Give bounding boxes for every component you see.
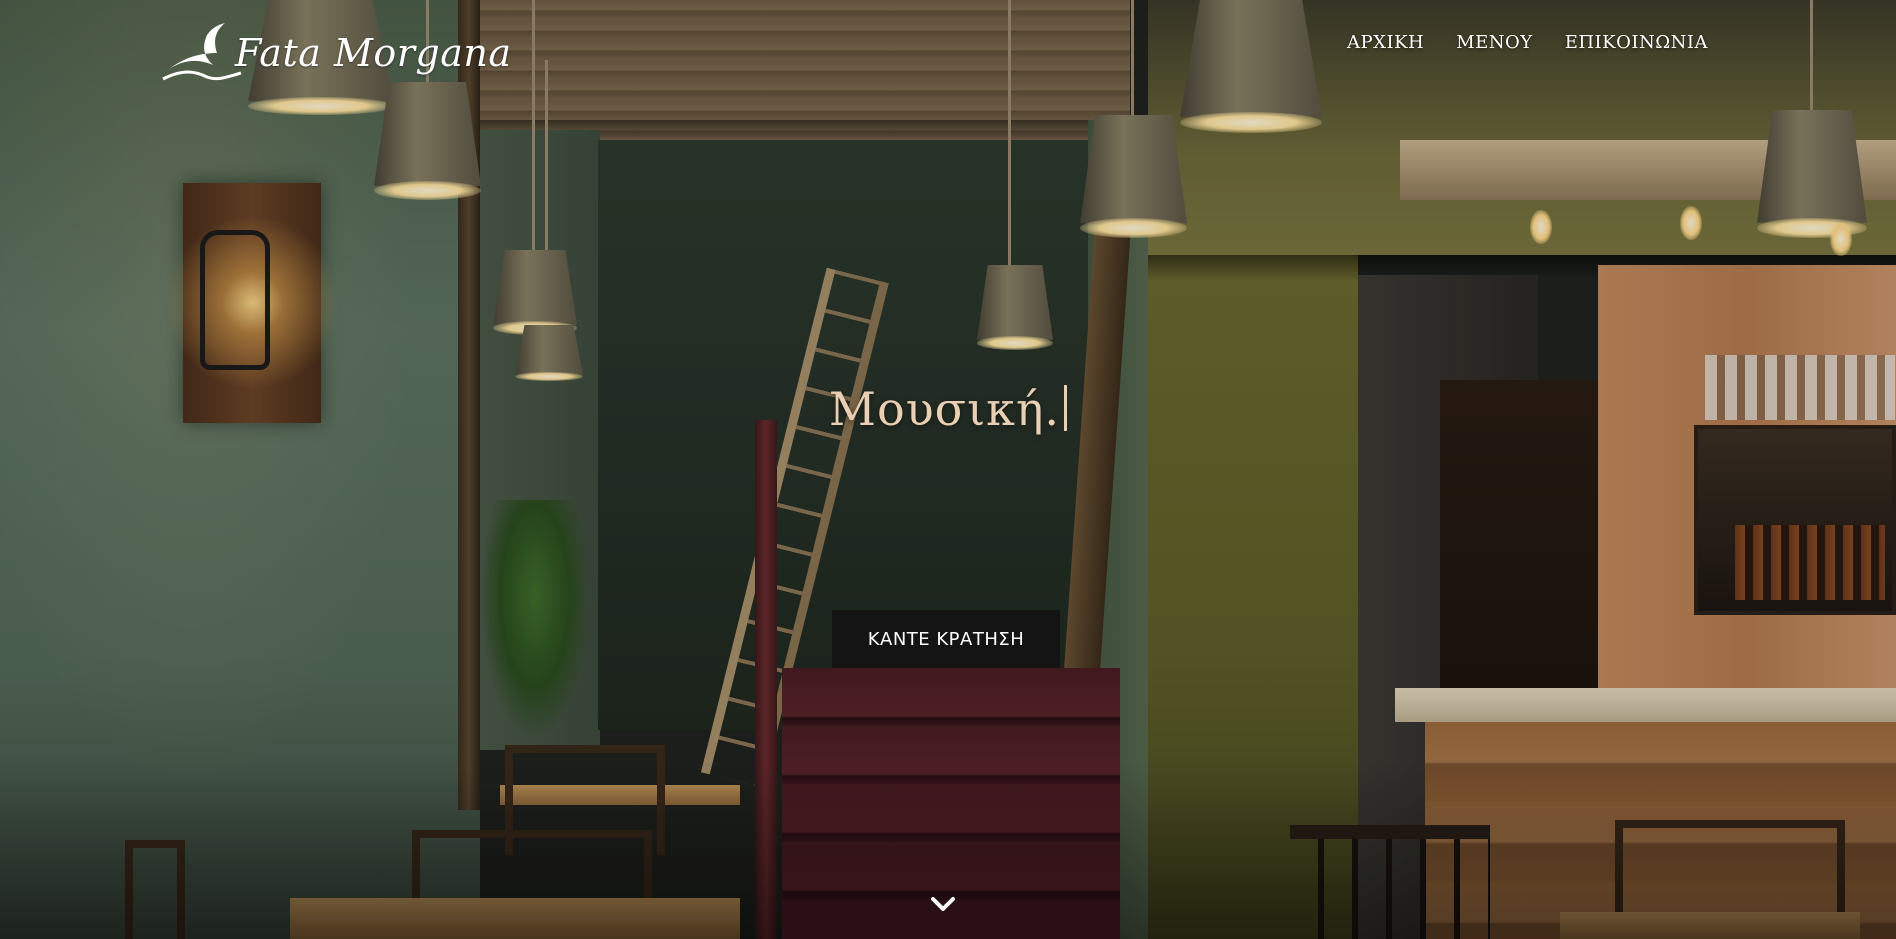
site-logo[interactable]: Fata Morgana [155, 18, 512, 88]
logo-text: Fata Morgana [235, 31, 512, 75]
headline-text: Μουσική. [828, 382, 1061, 436]
nav-item-menu[interactable]: ΜΕΝΟΥ [1456, 32, 1532, 53]
bird-wing-icon [155, 19, 245, 88]
hero-headline: Μουσική. [0, 382, 1896, 436]
nav-item-home[interactable]: ΑΡΧΙΚΗ [1347, 32, 1424, 53]
chevron-down-icon [928, 897, 958, 920]
scroll-down-button[interactable] [928, 892, 958, 916]
nav-item-contact[interactable]: ΕΠΙΚΟΙΝΩΝΙΑ [1565, 32, 1708, 53]
hero-section: Fata Morgana ΑΡΧΙΚΗ ΜΕΝΟΥ ΕΠΙΚΟΙΝΩΝΙΑ Μο… [0, 0, 1896, 939]
typing-cursor [1064, 385, 1068, 431]
reservation-button[interactable]: ΚΑΝΤΕ ΚΡΑΤΗΣΗ [832, 610, 1060, 668]
main-nav: ΑΡΧΙΚΗ ΜΕΝΟΥ ΕΠΙΚΟΙΝΩΝΙΑ [1347, 32, 1708, 53]
